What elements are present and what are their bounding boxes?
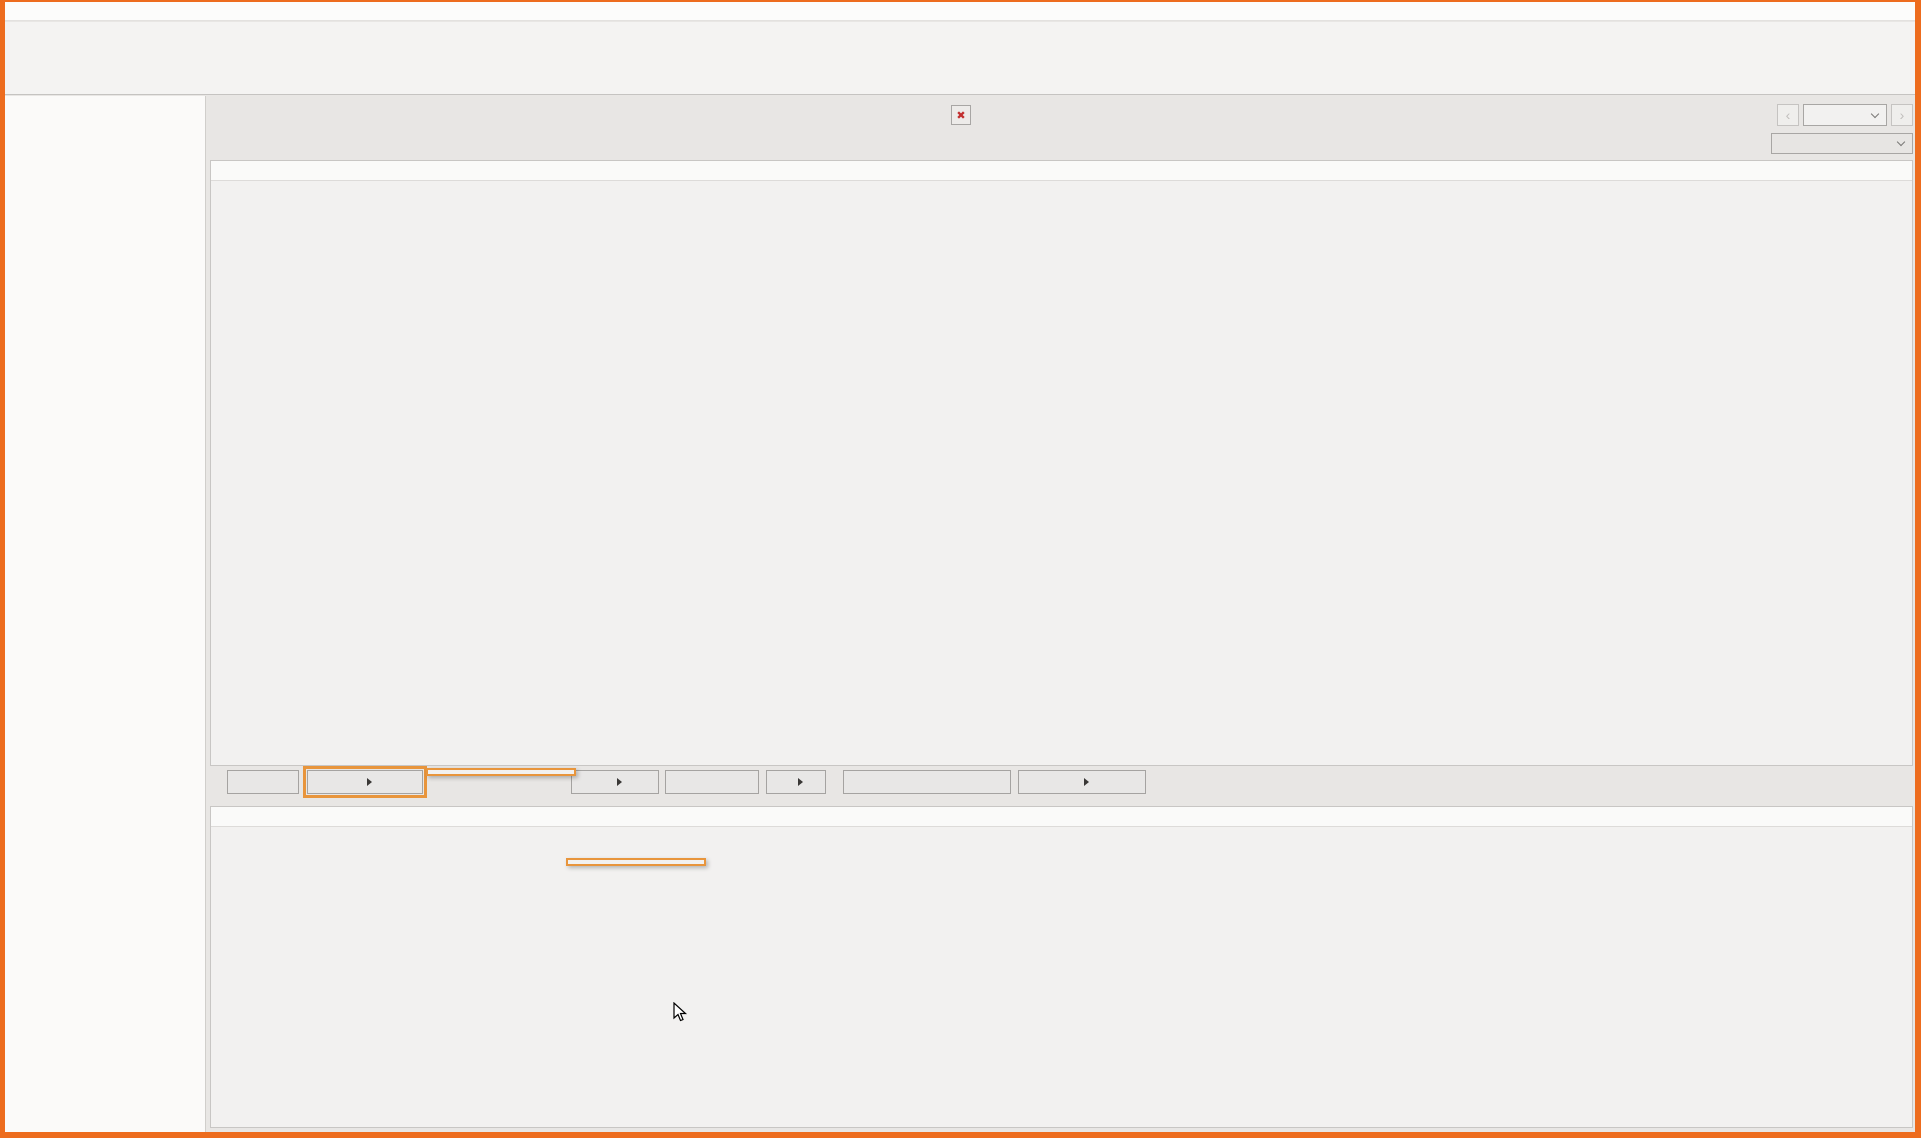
orders-table-header [211,161,1912,181]
set-list-button[interactable] [571,770,659,794]
positions-table [210,806,1913,1128]
menubar [5,2,1915,21]
mouse-cursor [673,1002,689,1024]
edit-button[interactable] [227,770,299,794]
next-date-button[interactable]: › [1891,104,1913,126]
send-message-button[interactable] [843,770,1011,794]
chevron-right-icon: › [1900,107,1905,123]
chevron-left-icon: ‹ [1786,107,1791,123]
chevron-down-icon [1897,139,1906,148]
orders-table [210,160,1913,766]
sidebar [5,96,206,1132]
jtl-wawi-window: ‹ › [0,0,1921,1138]
date-navigation: ‹ › [1777,104,1913,126]
clear-filters-button[interactable] [951,105,971,125]
order-button[interactable] [766,770,826,794]
date-range-select[interactable] [1771,133,1913,154]
positions-table-header [211,807,1912,827]
versandetikett-submenu [566,858,706,866]
output-button[interactable] [307,770,423,794]
output-context-menu [426,768,576,776]
set-payment-button[interactable] [665,770,759,794]
workflow-button[interactable] [1018,770,1146,794]
toolbar [5,22,1915,95]
date-select[interactable] [1803,104,1887,126]
chevron-down-icon [1871,111,1880,120]
prev-date-button[interactable]: ‹ [1777,104,1799,126]
